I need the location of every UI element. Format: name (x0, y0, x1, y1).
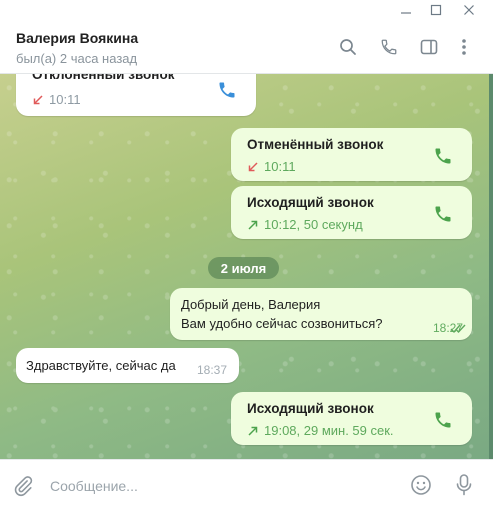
call-message-cancelled[interactable]: Отменённый звонок 10:11 (231, 128, 472, 181)
call-title: Исходящий звонок (247, 195, 374, 210)
message-input[interactable] (50, 474, 390, 498)
emoji-icon[interactable] (409, 473, 433, 497)
side-panel-icon[interactable] (418, 36, 440, 58)
missed-call-arrow-icon (33, 94, 43, 104)
missed-call-arrow-icon (248, 161, 258, 171)
call-back-phone-icon[interactable] (432, 203, 454, 225)
chat-area[interactable]: Отклонённый звонок 10:11 Отменённый звон… (0, 74, 489, 459)
window-titlebar (0, 0, 493, 20)
text-message-outgoing[interactable]: Добрый день, Валерия Вам удобно сейчас с… (170, 288, 472, 340)
message-time: 18:37 (197, 363, 228, 377)
call-back-phone-icon[interactable] (216, 79, 238, 101)
microphone-icon[interactable] (452, 472, 476, 498)
call-meta: 19:08, 29 мин. 59 сек. (247, 423, 394, 438)
text-message-incoming[interactable]: Здравствуйте, сейчас да 18:37 (16, 348, 239, 383)
minimize-icon[interactable] (389, 0, 423, 20)
message-line-2: Вам удобно сейчас созвониться? (181, 316, 383, 331)
scrollbar[interactable] (489, 74, 493, 459)
call-message-declined[interactable]: Отклонённый звонок 10:11 (16, 74, 256, 116)
contact-name[interactable]: Валерия Воякина (16, 30, 138, 46)
call-message-outgoing[interactable]: Исходящий звонок 10:12, 50 секунд (231, 186, 472, 239)
message-text: Здравствуйте, сейчас да (26, 358, 176, 373)
call-meta: 10:11 (247, 159, 296, 174)
phone-icon[interactable] (378, 36, 400, 58)
call-time: 10:11 (264, 159, 296, 174)
search-icon[interactable] (337, 36, 359, 58)
close-icon[interactable] (452, 0, 486, 20)
double-check-icon (450, 324, 466, 334)
call-back-phone-icon[interactable] (432, 145, 454, 167)
message-line-1: Добрый день, Валерия (181, 297, 321, 312)
outgoing-call-arrow-icon (248, 426, 258, 436)
chat-header: Валерия Воякина был(а) 2 часа назад (0, 20, 493, 74)
maximize-icon[interactable] (419, 0, 453, 20)
contact-status: был(а) 2 часа назад (16, 51, 138, 66)
call-meta: 10:11 (32, 92, 81, 107)
call-title: Отклонённый звонок (32, 74, 175, 82)
call-back-phone-icon[interactable] (432, 409, 454, 431)
call-title: Отменённый звонок (247, 137, 384, 152)
message-composer (0, 459, 493, 512)
outgoing-call-arrow-icon (248, 220, 258, 230)
date-separator: 2 июля (208, 257, 279, 279)
call-meta: 10:12, 50 секунд (247, 217, 363, 232)
more-vertical-icon[interactable] (453, 36, 475, 58)
call-time: 10:11 (49, 92, 81, 107)
call-message-outgoing[interactable]: Исходящий звонок 19:08, 29 мин. 59 сек. (231, 392, 472, 445)
call-time: 19:08, 29 мин. 59 сек. (264, 423, 394, 438)
call-title: Исходящий звонок (247, 401, 374, 416)
attach-icon[interactable] (11, 474, 35, 498)
call-time: 10:12, 50 секунд (264, 217, 363, 232)
